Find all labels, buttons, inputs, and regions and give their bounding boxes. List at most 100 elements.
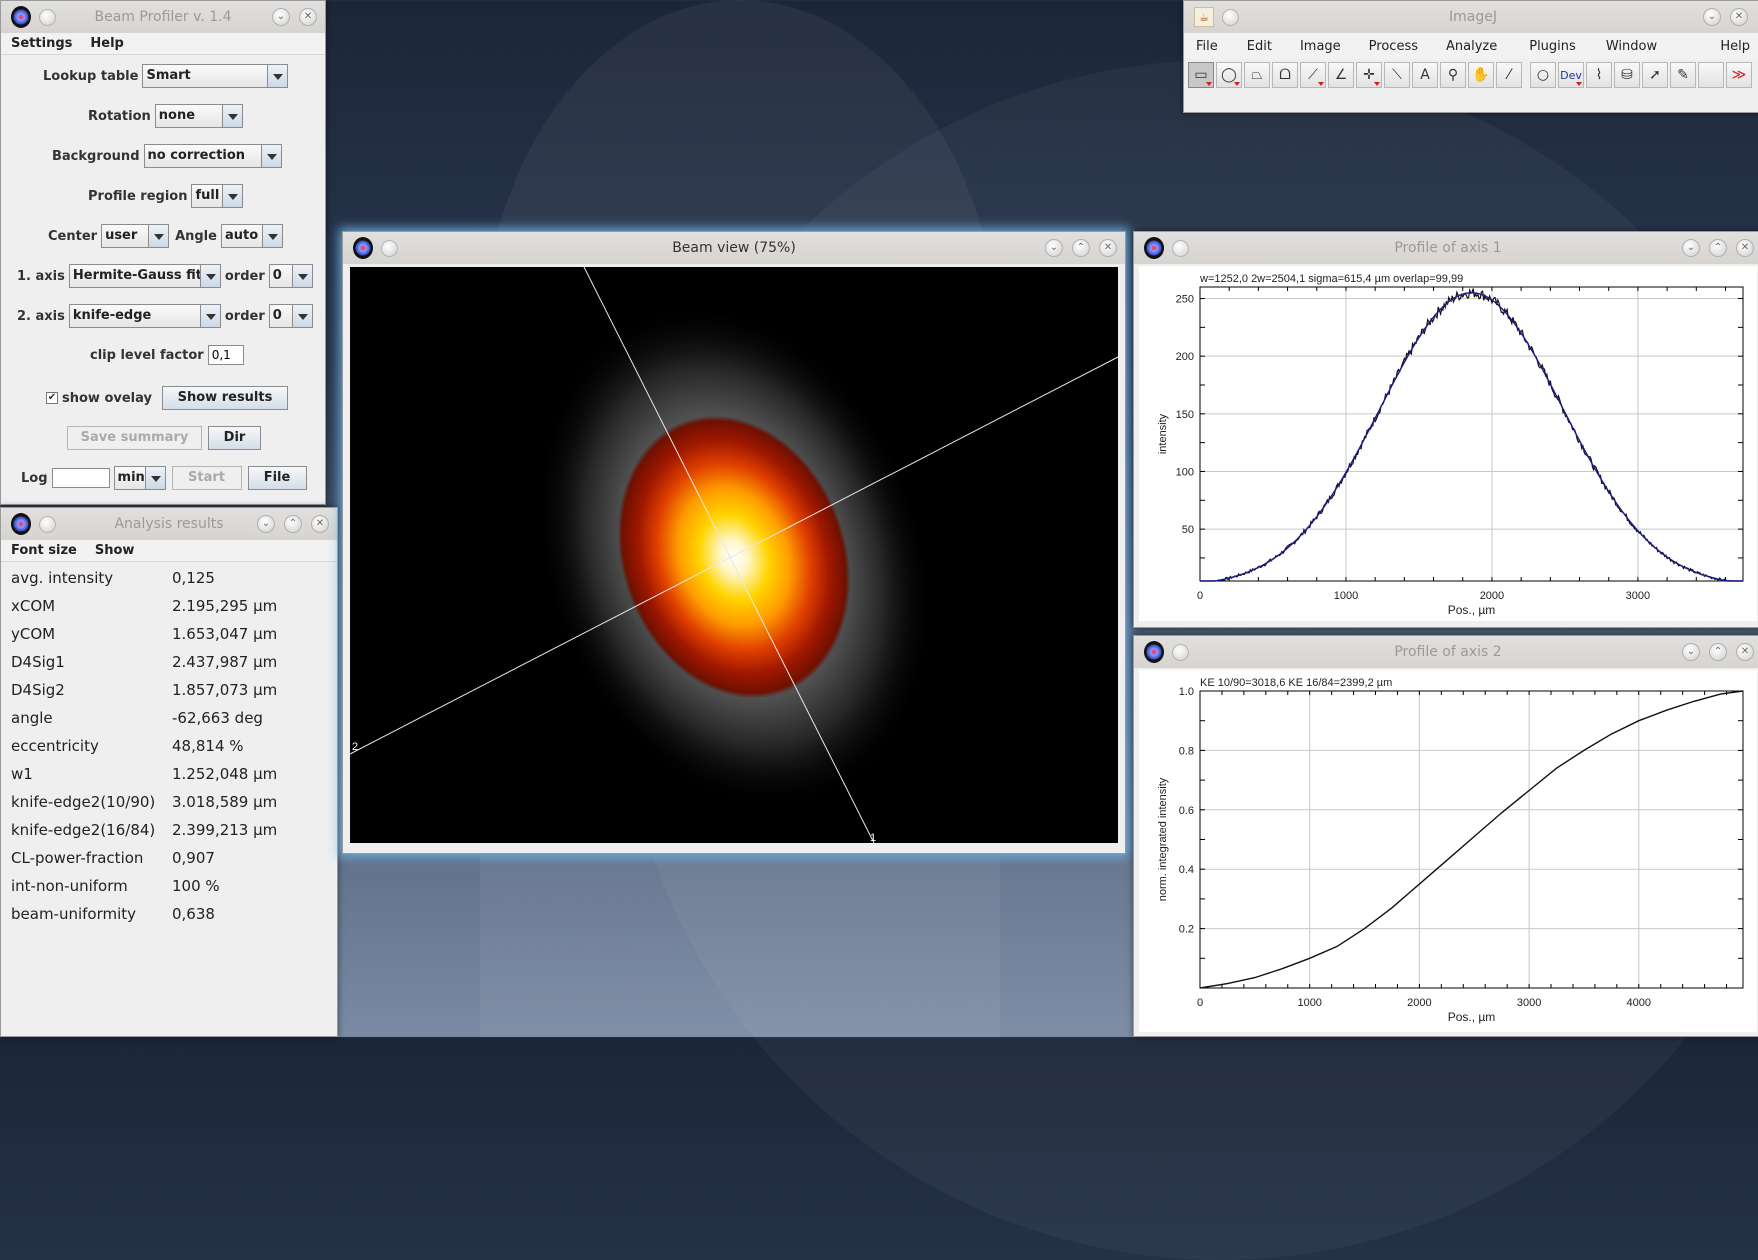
angle-tool[interactable]: ∠ <box>1328 62 1354 88</box>
arrow-tool[interactable]: ➚ <box>1642 62 1668 88</box>
result-row: D4Sig1 2.437,987 µm <box>11 648 277 676</box>
result-value: 1.857,073 µm <box>172 681 278 699</box>
minimize-button[interactable]: ⌄ <box>257 515 275 533</box>
submenu-indicator-icon <box>1318 82 1324 86</box>
beam-profiler-app-icon[interactable] <box>1144 237 1164 259</box>
profile-axis-2-plot[interactable]: 0 1000 2000 3000 4000 0.2 0.4 0.6 0.8 1.0 KE 10/90… <box>1139 670 1757 1032</box>
beam-profiler-window: Beam Profiler v. 1.4 ⌄ ✕ Settings Help L… <box>0 0 326 505</box>
oval-tool[interactable]: ◯ <box>1216 62 1242 88</box>
more-tools[interactable]: ≫ <box>1726 62 1752 88</box>
series-integrated <box>1199 690 1744 989</box>
window-menu-button[interactable] <box>1172 643 1189 661</box>
menu-image[interactable]: Image <box>1300 39 1341 54</box>
menu-font-size[interactable]: Font size <box>11 543 77 558</box>
minimize-button[interactable]: ⌄ <box>1682 643 1700 661</box>
menu-help[interactable]: Help <box>90 36 123 51</box>
close-button[interactable]: ✕ <box>1730 8 1748 26</box>
axis2-order-select[interactable]: 0 <box>268 304 313 328</box>
angle-select[interactable]: auto <box>220 224 283 248</box>
text-icon: A <box>1420 67 1430 83</box>
window-menu-button[interactable] <box>1172 239 1189 257</box>
empty-tool[interactable] <box>1698 62 1724 88</box>
text-tool[interactable]: A <box>1412 62 1438 88</box>
maximize-button[interactable]: ⌃ <box>1709 643 1727 661</box>
menu-plugins[interactable]: Plugins <box>1529 39 1576 54</box>
minimize-button[interactable]: ⌄ <box>272 8 290 26</box>
axis1-order-select[interactable]: 0 <box>268 264 313 288</box>
close-button[interactable]: ✕ <box>311 515 329 533</box>
maximize-button[interactable]: ⌃ <box>1072 239 1090 257</box>
beam-profiler-app-icon[interactable] <box>1144 641 1164 663</box>
rotation-select[interactable]: none <box>154 104 243 128</box>
point-tool[interactable]: ✛ <box>1356 62 1382 88</box>
window-menu-button[interactable] <box>1222 8 1239 26</box>
close-button[interactable]: ✕ <box>1736 643 1754 661</box>
x-tick-label: 2000 <box>1407 997 1431 1009</box>
beam-profiler-app-icon[interactable] <box>11 513 31 535</box>
wand-tool[interactable]: ⟍ <box>1384 62 1410 88</box>
window-menu-button[interactable] <box>39 8 56 26</box>
pencil-tool[interactable]: ✎ <box>1670 62 1696 88</box>
polygon-tool[interactable]: ⏢ <box>1244 62 1270 88</box>
log-interval-input[interactable] <box>51 468 110 488</box>
close-button[interactable]: ✕ <box>299 8 317 26</box>
show-results-button[interactable]: Show results <box>161 386 288 410</box>
title-bar[interactable]: Profile of axis 2 ⌄ ⌃ ✕ <box>1134 636 1758 668</box>
chevron-down-icon <box>260 145 281 167</box>
maximize-button[interactable]: ⌃ <box>1709 239 1727 257</box>
dev-tool[interactable]: Dev <box>1558 62 1584 88</box>
line-tool[interactable]: ⟋ <box>1300 62 1326 88</box>
java-app-icon[interactable]: ☕ <box>1194 7 1214 27</box>
menu-settings[interactable]: Settings <box>11 36 72 51</box>
beam-profiler-app-icon[interactable] <box>353 237 373 259</box>
axis2-method-select[interactable]: knife-edge <box>68 304 221 328</box>
background-select[interactable]: no correction <box>143 144 282 168</box>
title-bar[interactable]: Beam view (75%) ⌄ ⌃ ✕ <box>343 232 1125 264</box>
start-button[interactable]: Start <box>171 466 242 490</box>
show-overlay-checkbox[interactable]: ✔ <box>46 392 58 404</box>
fill-tool[interactable]: ⛁ <box>1614 62 1640 88</box>
window-menu-button[interactable] <box>381 239 398 257</box>
brush-tool[interactable]: ⌇ <box>1586 62 1612 88</box>
close-button[interactable]: ✕ <box>1736 239 1754 257</box>
maximize-button[interactable]: ⌃ <box>284 515 302 533</box>
minimize-button[interactable]: ⌄ <box>1045 239 1063 257</box>
title-bar[interactable]: Profile of axis 1 ⌄ ⌃ ✕ <box>1134 232 1758 264</box>
lookup-table-label: Lookup table <box>43 68 139 84</box>
clip-level-input[interactable] <box>207 345 244 365</box>
beam-profiler-app-icon[interactable] <box>11 6 31 28</box>
window-menu-button[interactable] <box>39 515 56 533</box>
menu-process[interactable]: Process <box>1369 39 1418 54</box>
center-select[interactable]: user <box>101 224 170 248</box>
close-button[interactable]: ✕ <box>1099 239 1117 257</box>
chevron-down-icon <box>221 105 242 127</box>
menu-window[interactable]: Window <box>1606 39 1657 54</box>
title-bar[interactable]: Analysis results ⌄ ⌃ ✕ <box>1 508 337 540</box>
menu-file[interactable]: File <box>1196 39 1218 54</box>
minimize-button[interactable]: ⌄ <box>1703 8 1721 26</box>
y-tick-label: 250 <box>1176 294 1194 306</box>
title-bar[interactable]: ☕ ImageJ ⌄ ✕ <box>1184 1 1758 33</box>
lookup-table-select[interactable]: Smart <box>142 64 289 88</box>
title-bar[interactable]: Beam Profiler v. 1.4 ⌄ ✕ <box>1 1 325 33</box>
minimize-button[interactable]: ⌄ <box>1682 239 1700 257</box>
zoom-tool[interactable]: ○ <box>1530 62 1556 88</box>
menu-show[interactable]: Show <box>95 543 135 558</box>
freehand-tool[interactable]: ᗝ <box>1272 62 1298 88</box>
dropper-tool[interactable]: ⁄ <box>1496 62 1522 88</box>
beam-image-canvas[interactable]: 1 2 <box>350 267 1118 843</box>
file-button[interactable]: File <box>247 466 307 490</box>
menu-help[interactable]: Help <box>1720 39 1750 54</box>
chevron-down-icon <box>199 305 220 327</box>
dir-button[interactable]: Dir <box>208 426 261 450</box>
magnifier-tool[interactable]: ⚲ <box>1440 62 1466 88</box>
profile-axis-1-plot[interactable]: 0 1000 2000 3000 50 100 150 200 250 w=1252,0 2w=2… <box>1139 266 1757 621</box>
menu-edit[interactable]: Edit <box>1247 39 1272 54</box>
profile-region-select[interactable]: full <box>191 184 244 208</box>
save-summary-button[interactable]: Save summary <box>67 426 202 450</box>
hand-tool[interactable]: ✋ <box>1468 62 1494 88</box>
log-unit-select[interactable]: min <box>113 466 166 490</box>
menu-analyze[interactable]: Analyze <box>1446 39 1497 54</box>
axis1-method-select[interactable]: Hermite-Gauss fit <box>68 264 221 288</box>
rectangle-tool[interactable]: ▭ <box>1188 62 1214 88</box>
